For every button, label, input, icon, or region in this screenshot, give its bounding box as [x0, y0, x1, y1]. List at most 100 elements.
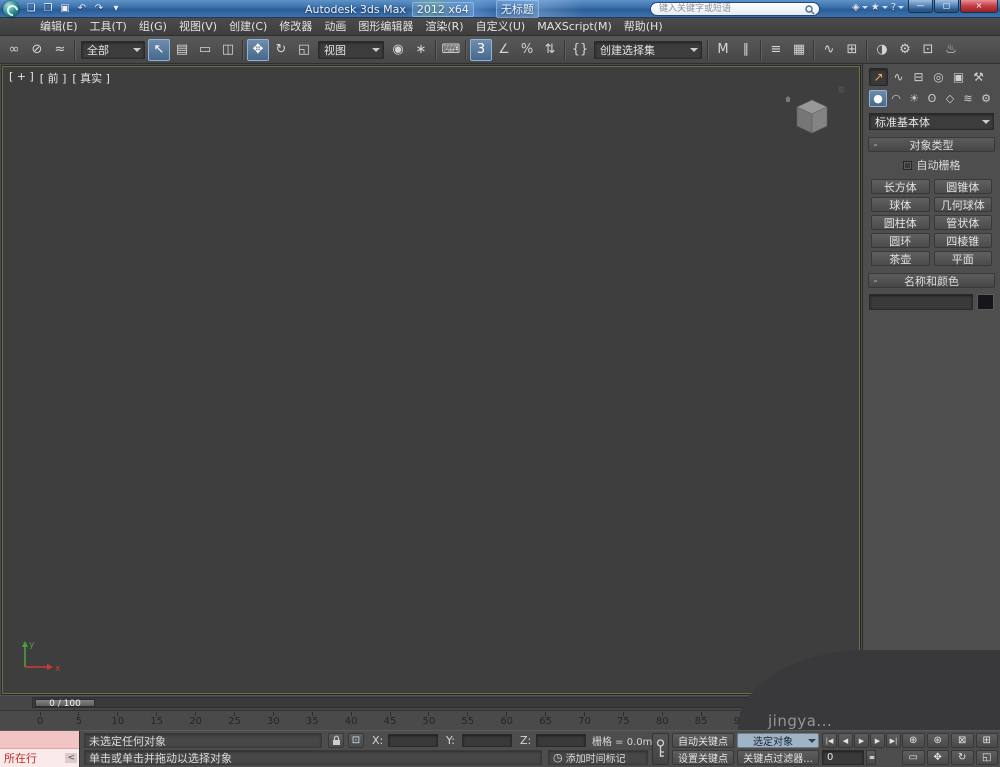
- primitive-button[interactable]: 茶壶: [871, 251, 930, 266]
- reference-coordinate-dropdown[interactable]: 视图: [318, 40, 384, 59]
- auto-key-button[interactable]: 自动关键点: [672, 733, 734, 748]
- new-scene-icon[interactable]: ❏: [23, 1, 39, 16]
- rollout-object-type-header[interactable]: - 对象类型: [868, 137, 995, 152]
- previous-frame-icon[interactable]: ◀: [838, 733, 853, 748]
- primitive-button[interactable]: 圆环: [871, 233, 930, 248]
- primitive-type-dropdown[interactable]: 标准基本体: [869, 113, 994, 130]
- select-and-rotate-icon[interactable]: ↻: [270, 39, 292, 61]
- menu-rendering[interactable]: 渲染(R): [419, 18, 469, 36]
- primitive-button[interactable]: 管状体: [933, 215, 992, 230]
- object-color-swatch[interactable]: [977, 294, 994, 310]
- selection-lock-toggle[interactable]: [328, 733, 344, 748]
- zoom-extents-all-icon[interactable]: ⊞: [975, 733, 998, 748]
- unlink-selection-icon[interactable]: ⊘: [26, 39, 48, 61]
- x-coordinate-field[interactable]: [388, 734, 438, 747]
- angle-snap-icon[interactable]: ∠: [493, 39, 515, 61]
- rectangular-selection-region-icon[interactable]: ▭: [194, 39, 216, 61]
- viewport-front[interactable]: [ + ] [ 前 ] [ 真实 ] 前 x y: [1, 65, 861, 695]
- use-pivot-center-icon[interactable]: ◉: [387, 39, 409, 61]
- next-frame-icon[interactable]: ▶: [870, 733, 885, 748]
- primitive-button[interactable]: 长方体: [871, 179, 930, 194]
- track-bar[interactable]: 0510152025303540455055606570758085909510…: [0, 710, 862, 730]
- set-keys-button[interactable]: [652, 733, 669, 765]
- menu-create[interactable]: 创建(C): [223, 18, 273, 36]
- align-icon[interactable]: ∥: [735, 39, 757, 61]
- hierarchy-tab[interactable]: ⊟: [909, 68, 928, 86]
- search-icon[interactable]: [805, 5, 815, 15]
- close-button[interactable]: ×: [960, 0, 998, 13]
- application-menu-button[interactable]: [3, 0, 19, 17]
- primitive-button[interactable]: 四棱锥: [933, 233, 992, 248]
- viewport-view-label[interactable]: [ 前 ]: [40, 70, 67, 86]
- go-to-end-icon[interactable]: ▶|: [886, 733, 901, 748]
- zoom-region-icon[interactable]: ▭: [902, 750, 925, 765]
- render-setup-icon[interactable]: ⚙: [894, 39, 916, 61]
- communication-center-icon[interactable]: ◈: [852, 2, 868, 13]
- autogrid-checkbox[interactable]: [902, 160, 912, 170]
- geometry-category[interactable]: ●: [869, 90, 887, 107]
- helpers-category[interactable]: ◇: [941, 90, 959, 107]
- window-crossing-toggle-icon[interactable]: ◫: [217, 39, 239, 61]
- spinner-snap-icon[interactable]: ⇅: [539, 39, 561, 61]
- redo-icon[interactable]: ↷: [91, 1, 107, 16]
- cameras-category[interactable]: ʘ: [923, 90, 941, 107]
- viewcube[interactable]: [783, 93, 833, 137]
- bind-to-space-warp-icon[interactable]: ≈: [49, 39, 71, 61]
- add-time-tag[interactable]: ◷ 添加时间标记: [548, 750, 648, 765]
- undo-icon[interactable]: ↶: [74, 1, 90, 16]
- keyboard-override-icon[interactable]: ⌨: [440, 39, 462, 61]
- primitive-button[interactable]: 几何球体: [933, 197, 992, 212]
- rollout-name-color-header[interactable]: - 名称和颜色: [868, 273, 995, 288]
- macro-recorder-pane[interactable]: [0, 731, 79, 749]
- quick-access-dropdown-icon[interactable]: ▾: [108, 1, 124, 16]
- menu-customize[interactable]: 自定义(U): [470, 18, 532, 36]
- zoom-extents-icon[interactable]: ⊠: [951, 733, 974, 748]
- z-coordinate-field[interactable]: [536, 734, 586, 747]
- snaps-toggle-icon[interactable]: 3: [470, 38, 492, 61]
- menu-graph-editors[interactable]: 图形编辑器: [352, 18, 419, 36]
- motion-tab[interactable]: ◎: [929, 68, 948, 86]
- select-and-scale-icon[interactable]: ◱: [293, 39, 315, 61]
- menu-views[interactable]: 视图(V): [173, 18, 223, 36]
- favorites-star-icon[interactable]: ★: [871, 2, 888, 13]
- menu-help[interactable]: 帮助(H): [618, 18, 669, 36]
- select-and-link-icon[interactable]: ∞: [3, 39, 25, 61]
- infocenter-search-input[interactable]: 键入关键字或短语: [650, 2, 820, 16]
- systems-category[interactable]: ⚙: [977, 90, 995, 107]
- layer-manager-icon[interactable]: ≡: [765, 39, 787, 61]
- key-selection-mode-dropdown[interactable]: 选定对象: [737, 733, 819, 748]
- select-and-move-icon[interactable]: ✥: [247, 38, 269, 61]
- key-filters-button[interactable]: 关键点过滤器...: [737, 750, 819, 765]
- rollout-collapse-icon[interactable]: -: [869, 274, 882, 287]
- edit-named-selections-icon[interactable]: {}: [569, 39, 591, 61]
- menu-tools[interactable]: 工具(T): [84, 18, 133, 36]
- selection-filter-dropdown[interactable]: 全部: [81, 40, 145, 59]
- menu-modifiers[interactable]: 修改器: [273, 18, 318, 36]
- object-name-input[interactable]: [869, 294, 973, 310]
- display-tab[interactable]: ▣: [949, 68, 968, 86]
- select-and-manipulate-icon[interactable]: ∗: [410, 39, 432, 61]
- percent-snap-icon[interactable]: %: [516, 39, 538, 61]
- maximize-button[interactable]: ▢: [934, 0, 959, 13]
- utilities-tab[interactable]: ⚒: [969, 68, 988, 86]
- named-selection-sets-dropdown[interactable]: 创建选择集: [594, 40, 702, 59]
- lights-category[interactable]: ☀: [905, 90, 923, 107]
- zoom-icon[interactable]: ⊕: [902, 733, 925, 748]
- rendered-frame-window-icon[interactable]: ⊡: [917, 39, 939, 61]
- pan-icon[interactable]: ✥: [926, 750, 949, 765]
- listener-chevron-icon[interactable]: <: [65, 753, 77, 763]
- primitive-button[interactable]: 球体: [871, 197, 930, 212]
- help-icon[interactable]: ?: [891, 2, 904, 13]
- frame-spinner[interactable]: [866, 750, 876, 765]
- y-coordinate-field[interactable]: [462, 734, 512, 747]
- menu-animation[interactable]: 动画: [318, 18, 352, 36]
- viewport-shading-label[interactable]: [ 真实 ]: [72, 70, 110, 86]
- maxscript-mini-listener[interactable]: 所在行 <: [0, 731, 80, 767]
- mirror-icon[interactable]: M: [712, 39, 734, 61]
- rollout-collapse-icon[interactable]: -: [869, 138, 882, 151]
- zoom-all-icon[interactable]: ⊛: [926, 733, 949, 748]
- shapes-category[interactable]: ◠: [887, 90, 905, 107]
- space-warps-category[interactable]: ≋: [959, 90, 977, 107]
- primitive-button[interactable]: 平面: [933, 251, 992, 266]
- go-to-start-icon[interactable]: |◀: [822, 733, 837, 748]
